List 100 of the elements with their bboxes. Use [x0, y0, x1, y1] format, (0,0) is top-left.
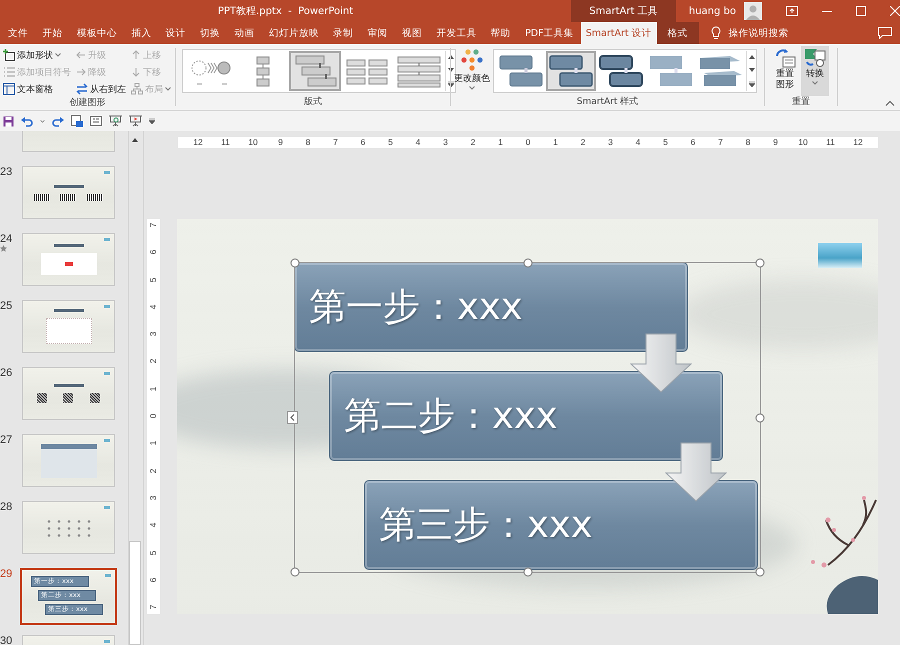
slide-number: 27 — [0, 434, 12, 446]
ribbon-tab[interactable]: 动画 — [227, 22, 262, 44]
resize-handle[interactable] — [756, 413, 764, 422]
slide-number: 26 — [0, 367, 12, 379]
row-process-icon — [397, 54, 441, 88]
slideshow-icon[interactable] — [129, 115, 142, 127]
resize-handle[interactable] — [756, 258, 764, 268]
slide-thumbnail[interactable] — [22, 367, 115, 420]
ribbon-tab[interactable]: 格式 — [656, 22, 699, 44]
resize-handle[interactable] — [290, 258, 300, 268]
context-tab-group-label: SmartArt 工具 — [571, 0, 676, 22]
ribbon-tab[interactable]: 帮助 — [484, 22, 518, 44]
group-label: 重置 — [791, 96, 811, 109]
tell-me-search[interactable]: 操作说明搜索 — [728, 26, 789, 40]
new-slide-icon[interactable] — [71, 115, 83, 127]
scroll-up-icon[interactable] — [748, 55, 754, 60]
vertical-ruler: 7 6 5 4 3 2 1 0 1 2 3 4 5 6 7 — [147, 219, 160, 614]
layout-option[interactable] — [289, 51, 341, 91]
resize-handle[interactable] — [523, 568, 532, 576]
caret-icon — [165, 87, 171, 91]
ribbon-tab[interactable]: 幻灯片放映 — [262, 22, 326, 44]
text-pane-icon — [3, 83, 15, 95]
more-icon[interactable] — [748, 80, 754, 87]
slide-thumbnail[interactable] — [22, 300, 115, 353]
style-preview-icon — [698, 54, 744, 88]
slide-number: 29 — [0, 568, 12, 580]
ribbon-tab[interactable]: 开始 — [35, 22, 70, 44]
comment-icon[interactable] — [878, 27, 892, 39]
add-shape-icon — [3, 49, 15, 61]
ribbon-command[interactable]: 文本窗格 — [2, 81, 72, 97]
undo-icon[interactable] — [21, 116, 33, 126]
hierarchy-icon — [131, 83, 143, 95]
collapse-ribbon-icon[interactable] — [885, 100, 895, 106]
swap-arrows-icon — [76, 83, 88, 95]
ribbon-tab[interactable]: PDF工具集 — [518, 22, 581, 44]
staircase-process-icon — [293, 54, 337, 88]
slide-number: 23 — [0, 166, 12, 178]
color-dots-icon — [460, 49, 484, 71]
slide-number: 25 — [0, 300, 12, 312]
save-icon[interactable] — [3, 116, 14, 126]
lightbulb-icon[interactable] — [710, 26, 721, 40]
slide-number: 30 — [0, 635, 12, 645]
close-icon[interactable] — [890, 6, 900, 16]
ribbon-tab[interactable]: 文件 — [1, 22, 36, 44]
ribbon-tab[interactable]: 视图 — [394, 22, 430, 44]
slide-number: 24 — [0, 233, 12, 245]
ribbon-tab[interactable]: 插入 — [124, 22, 158, 44]
resize-handle[interactable] — [290, 568, 300, 576]
presenter-icon[interactable] — [109, 115, 122, 127]
text-box-icon[interactable] — [90, 116, 102, 126]
resize-handle[interactable] — [523, 258, 532, 268]
resize-handle[interactable] — [756, 568, 764, 576]
right-arrow-icon — [76, 67, 86, 77]
ribbon-tab[interactable]: 录制 — [326, 22, 360, 44]
group-label: SmartArt 样式 — [576, 96, 640, 109]
group-label: 版式 — [303, 96, 323, 109]
left-arrow-icon — [76, 50, 86, 60]
slide-thumbnail[interactable] — [22, 501, 115, 554]
ribbon-tab[interactable]: 模板中心 — [70, 22, 124, 44]
up-arrow-icon — [131, 50, 141, 60]
maximize-icon[interactable] — [856, 6, 866, 16]
style-preview-icon — [498, 54, 544, 88]
ribbon-button[interactable]: 转换 — [801, 46, 829, 96]
step-shape[interactable]: 第三步：xxx — [364, 480, 758, 570]
more-icon[interactable] — [448, 80, 454, 87]
down-arrow-shape[interactable] — [630, 333, 692, 393]
ribbon-command[interactable]: 添加形状 — [2, 47, 72, 63]
ribbon-button[interactable]: 重置图形 — [771, 46, 799, 96]
ribbon-display-options-icon[interactable] — [786, 6, 798, 16]
scroll-up-icon[interactable] — [132, 138, 138, 142]
style-option[interactable] — [546, 51, 596, 91]
scrollbar-thumb[interactable] — [129, 541, 141, 645]
ribbon-tab[interactable]: 开发工具 — [429, 22, 484, 44]
down-arrow-shape[interactable] — [665, 442, 727, 502]
ribbon-tab[interactable]: 设计 — [158, 22, 193, 44]
text-pane-toggle-icon[interactable] — [287, 411, 298, 424]
slide-thumbnail[interactable] — [22, 166, 115, 219]
photo-placeholder — [818, 243, 862, 268]
change-colors-button[interactable]: 更改颜色 — [453, 47, 491, 92]
horizontal-ruler: 12 11 10 9 8 7 6 5 4 3 2 1 0 1 2 3 4 5 6 7 8 9 10 11 12 — [178, 137, 878, 148]
window-title: PPT教程.pptx - PowerPoint — [218, 5, 354, 18]
step-shape[interactable]: 第一步：xxx — [294, 262, 688, 352]
caret-icon[interactable] — [40, 120, 45, 122]
reset-graphic-icon — [774, 48, 796, 68]
slide-number: 28 — [0, 501, 12, 513]
slide-thumbnail[interactable] — [22, 233, 115, 286]
down-arrow-icon — [131, 67, 141, 77]
redo-icon[interactable] — [52, 116, 64, 126]
customize-toolbar-icon[interactable] — [149, 118, 155, 124]
step-shape[interactable]: 第二步：xxx — [329, 371, 723, 461]
slide-thumbnail[interactable] — [22, 434, 115, 487]
ribbon-tab[interactable]: 切换 — [192, 22, 228, 44]
convert-icon — [804, 48, 826, 68]
ribbon-command[interactable]: 从右到左 — [75, 81, 127, 97]
user-name[interactable]: huang bo — [688, 6, 736, 16]
ribbon-tab[interactable]: 审阅 — [360, 22, 395, 44]
scroll-down-icon[interactable] — [748, 68, 754, 72]
ribbon-tab[interactable]: SmartArt 设计 — [580, 22, 657, 44]
group-label: 创建图形 — [68, 97, 106, 110]
style-preview-icon — [548, 54, 594, 88]
